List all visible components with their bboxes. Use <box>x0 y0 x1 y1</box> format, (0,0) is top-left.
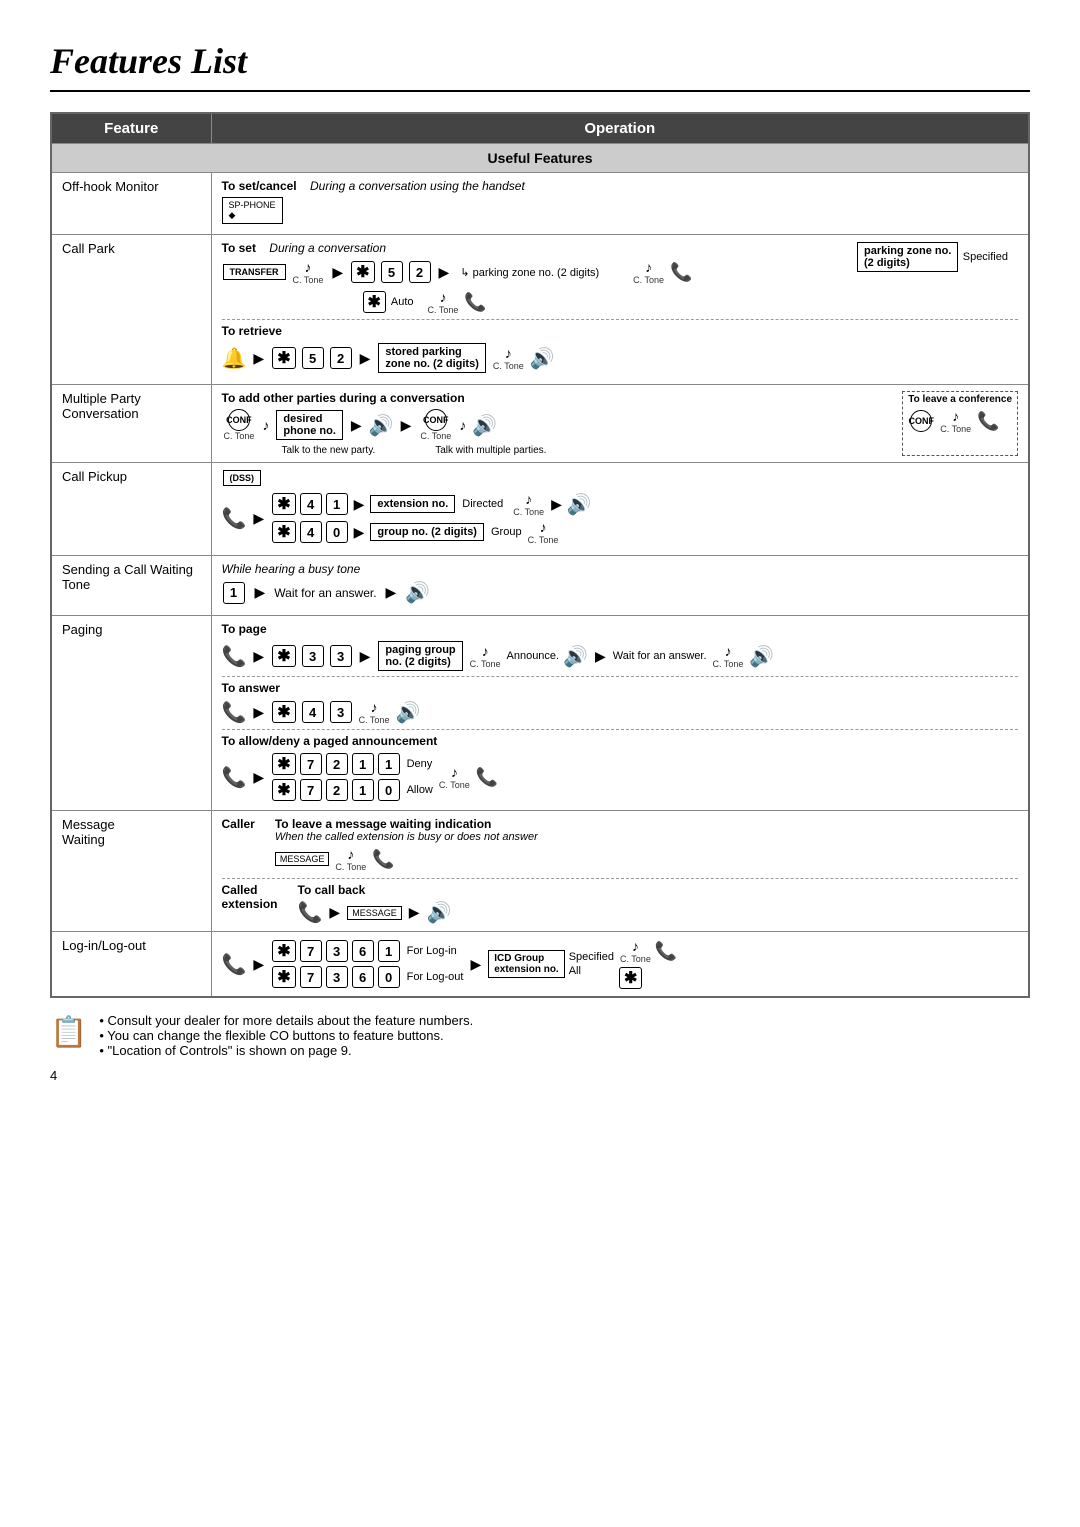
op-multiparty: To add other parties during a conversati… <box>211 385 1029 463</box>
feature-offhook: Off-hook Monitor <box>51 173 211 235</box>
table-row: Multiple Party Conversation To add other… <box>51 385 1029 463</box>
op-callpickup: (DSS) 📞 ▶ ✱ 4 1 ▶ extension no. Directed <box>211 463 1029 556</box>
feature-callwaiting: Sending a Call Waiting Tone <box>51 556 211 616</box>
table-row: Call Park To set During a conversation p… <box>51 235 1029 385</box>
feature-callpickup: Call Pickup <box>51 463 211 556</box>
page-number: 4 <box>50 1068 1030 1083</box>
useful-features-header: Useful Features <box>51 144 1029 173</box>
table-row: Paging To page 📞 ▶ ✱ 3 3 ▶ paging groupn… <box>51 616 1029 811</box>
operation-header: Operation <box>211 113 1029 144</box>
sp-phone-button: SP-PHONE◆ <box>222 197 283 224</box>
note-icon: 📋 <box>50 1015 87 1050</box>
page-title: Features List <box>50 40 1030 82</box>
table-row: Call Pickup (DSS) 📞 ▶ ✱ 4 1 ▶ <box>51 463 1029 556</box>
table-row: Log-in/Log-out 📞 ▶ ✱ 7 3 6 1 For Log-in <box>51 932 1029 998</box>
feature-header: Feature <box>51 113 211 144</box>
note-text: Consult your dealer for more details abo… <box>99 1013 473 1058</box>
feature-msgwaiting: MessageWaiting <box>51 811 211 932</box>
note-item-1: Consult your dealer for more details abo… <box>99 1013 473 1028</box>
table-row: Sending a Call Waiting Tone While hearin… <box>51 556 1029 616</box>
op-paging: To page 📞 ▶ ✱ 3 3 ▶ paging groupno. (2 d… <box>211 616 1029 811</box>
feature-paging: Paging <box>51 616 211 811</box>
op-callpark: To set During a conversation parking zon… <box>211 235 1029 385</box>
op-callwaiting: While hearing a busy tone 1 ▶ Wait for a… <box>211 556 1029 616</box>
note-item-2: You can change the flexible CO buttons t… <box>99 1028 473 1043</box>
table-row: Off-hook Monitor To set/cancel During a … <box>51 173 1029 235</box>
table-row: MessageWaiting Caller To leave a message… <box>51 811 1029 932</box>
feature-callpark: Call Park <box>51 235 211 385</box>
table-header-row: Feature Operation <box>51 113 1029 144</box>
feature-loginlogout: Log-in/Log-out <box>51 932 211 998</box>
op-loginlogout: 📞 ▶ ✱ 7 3 6 1 For Log-in ✱ <box>211 932 1029 998</box>
op-msgwaiting: Caller To leave a message waiting indica… <box>211 811 1029 932</box>
title-divider <box>50 90 1030 92</box>
features-table: Feature Operation Useful Features Off-ho… <box>50 112 1030 998</box>
op-offhook: To set/cancel During a conversation usin… <box>211 173 1029 235</box>
notes-section: 📋 Consult your dealer for more details a… <box>50 1013 1030 1058</box>
note-item-3: "Location of Controls" is shown on page … <box>99 1043 473 1058</box>
feature-multiparty: Multiple Party Conversation <box>51 385 211 463</box>
